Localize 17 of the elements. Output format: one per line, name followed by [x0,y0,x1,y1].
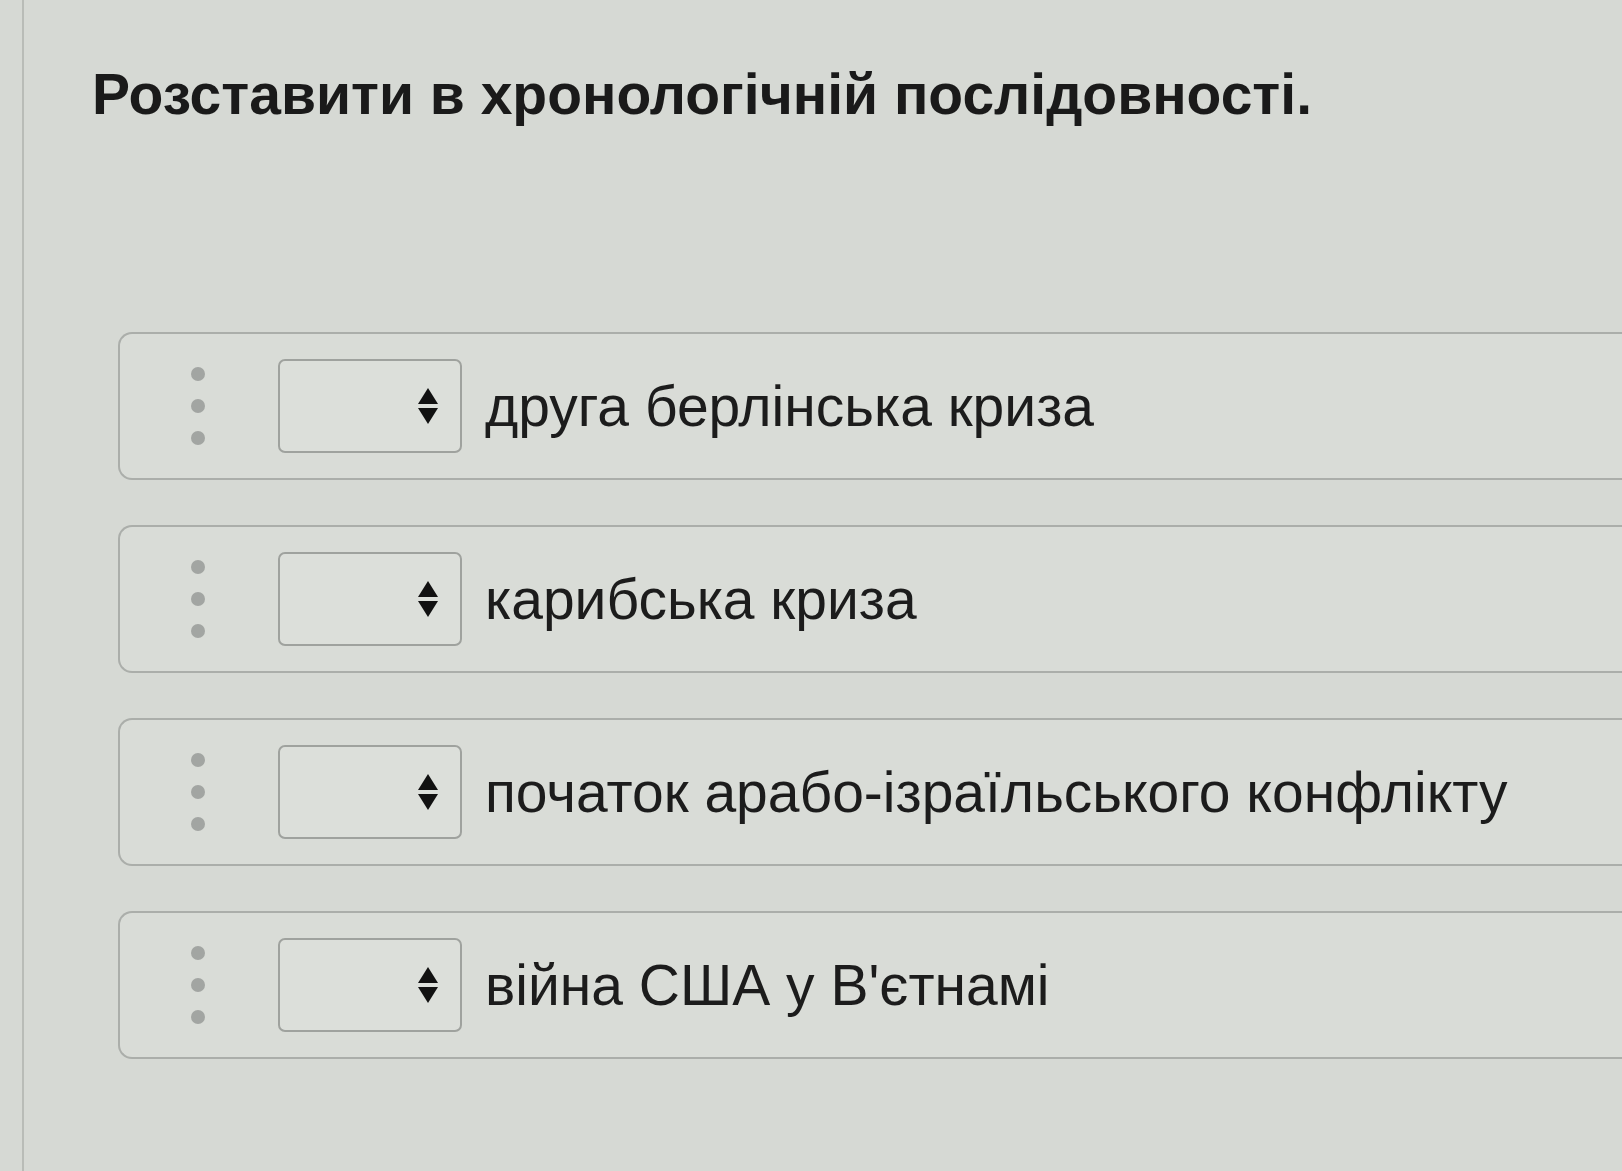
up-down-caret-icon [418,967,438,1004]
event-label: війна США у В'єтнамі [485,952,1050,1020]
up-down-caret-icon [418,774,438,811]
up-down-caret-icon [418,581,438,618]
event-label: початок арабо-ізраїльського конфлікту [485,759,1508,827]
event-label: карибська криза [485,566,917,634]
drag-handle-icon[interactable] [191,753,205,832]
order-select[interactable] [278,938,462,1033]
order-select[interactable] [278,552,462,647]
event-label: друга берлінська криза [485,373,1094,441]
drag-handle-icon[interactable] [191,560,205,639]
order-select[interactable] [278,359,462,454]
up-down-caret-icon [418,388,438,425]
drag-handle-icon[interactable] [191,367,205,446]
question-title: Розставити в хронологічній послідовності. [92,61,1312,128]
order-select[interactable] [278,745,462,840]
drag-handle-icon[interactable] [191,946,205,1025]
